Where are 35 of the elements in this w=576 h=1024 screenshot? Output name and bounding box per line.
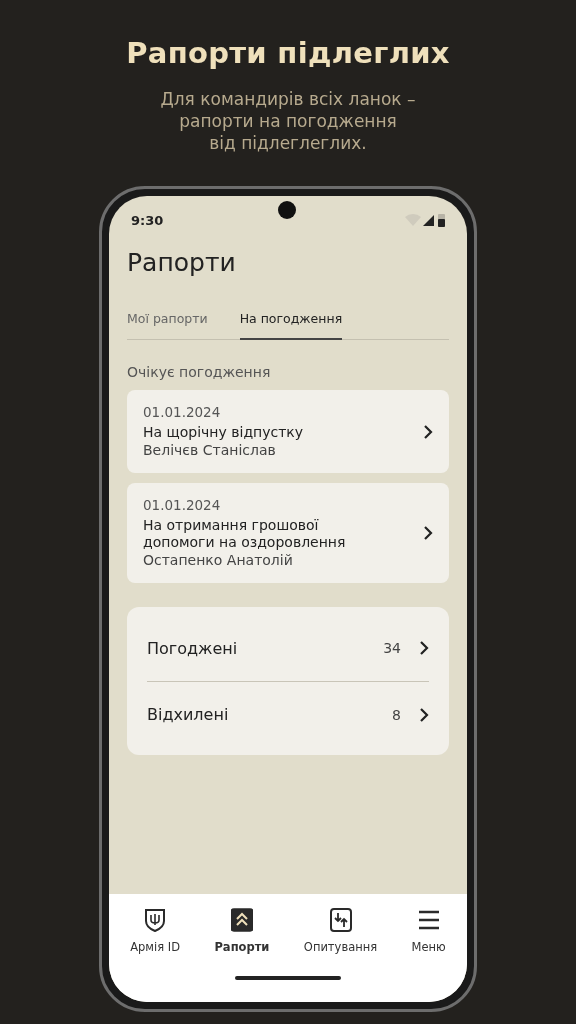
request-card[interactable]: 01.01.2024 На щорічну відпустку Велічєв Станіслав — [127, 390, 449, 473]
camera-hole — [278, 201, 296, 219]
request-title: На щорічну відпустку — [143, 424, 304, 441]
double-chevron-up-icon — [230, 908, 253, 932]
status-time: 9:30 — [131, 212, 164, 228]
chevron-right-icon — [419, 640, 429, 656]
request-author: Остапенко Анатолій — [143, 551, 294, 569]
promo-subtitle: від підлеглеглих. — [209, 132, 367, 154]
promo-subtitle: Для командирів всіх ланок – — [160, 88, 416, 110]
nav-item[interactable]: Опитування — [303, 908, 378, 954]
request-title: На отримання грошової допомоги на оздоровлення — [143, 517, 346, 551]
promo-title: Рапорти підлеглих — [126, 36, 450, 70]
summary-count: 34 — [383, 640, 401, 656]
nav-item[interactable]: Армія ID — [130, 908, 181, 954]
chevron-right-icon — [423, 525, 433, 541]
nav-item[interactable]: Рапорти — [214, 908, 270, 954]
menu-icon — [417, 908, 440, 932]
screen-title: Рапорти — [127, 248, 237, 277]
summary-count: 8 — [392, 706, 401, 723]
request-date: 01.01.2024 — [143, 497, 222, 513]
status-icons — [405, 213, 447, 227]
summary-label: Погоджені — [147, 638, 239, 658]
chevron-right-icon — [419, 706, 429, 723]
tab[interactable]: Мої рапорти — [127, 311, 208, 340]
nav-item[interactable]: Меню — [411, 908, 446, 954]
promo-subtitle: рапорти на погодження — [179, 110, 397, 132]
tab[interactable]: На погодження — [239, 311, 343, 340]
arrows-up-down-icon — [329, 908, 352, 932]
summary-label: Відхилені — [147, 705, 230, 724]
request-card[interactable]: 01.01.2024 На отримання грошової допомоги на оздоровлення Остапенко Анатолій — [127, 483, 449, 583]
request-author: Велічєв Станіслав — [143, 441, 277, 459]
request-date: 01.01.2024 — [143, 404, 222, 420]
chevron-right-icon — [423, 423, 433, 440]
shield-icon — [144, 908, 167, 932]
section-label: Очікує погодження — [127, 364, 272, 380]
